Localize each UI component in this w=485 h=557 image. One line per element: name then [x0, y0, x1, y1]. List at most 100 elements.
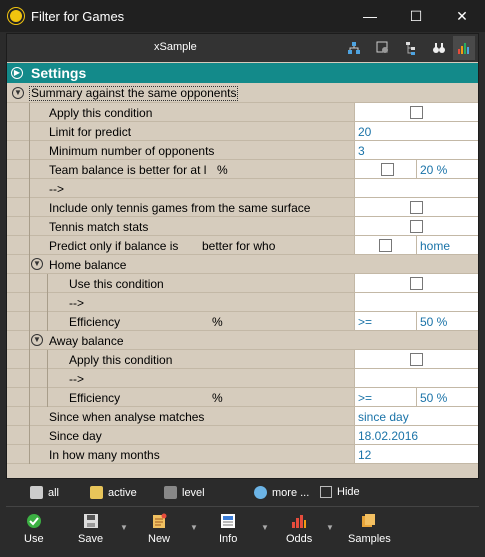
value-cell[interactable]: home	[416, 236, 478, 254]
property-row[interactable]: Tennis match stats	[7, 217, 478, 236]
indent-guide	[47, 274, 48, 293]
value-cell[interactable]: 50 %	[416, 312, 478, 330]
value-cell[interactable]	[354, 103, 478, 121]
same-surface-checkbox[interactable]	[410, 201, 423, 214]
value-cell[interactable]: 3	[354, 141, 478, 159]
summary-row[interactable]: ▼ Summary against the same opponents	[7, 84, 478, 103]
property-row[interactable]: Efficiency % >= 50 %	[7, 388, 478, 407]
value-cell[interactable]	[354, 198, 478, 216]
property-row[interactable]: Minimum number of opponents 3	[7, 141, 478, 160]
more-icon	[254, 486, 267, 499]
odds-button[interactable]: Odds	[286, 513, 312, 545]
home-balance-header[interactable]: ▼ Home balance	[7, 255, 478, 274]
hide-checkbox[interactable]	[320, 486, 332, 498]
new-button[interactable]: New	[148, 513, 170, 545]
property-row[interactable]: In how many months 12	[7, 445, 478, 464]
property-row[interactable]: Since day 18.02.2016	[7, 426, 478, 445]
save-dropdown-icon[interactable]: ▼	[120, 523, 128, 532]
since-when-value: since day	[358, 410, 409, 424]
value-cell[interactable]	[354, 160, 416, 178]
info-button[interactable]: Info	[219, 513, 237, 545]
close-button[interactable]: ✕	[439, 0, 485, 32]
window-controls: — ☐ ✕	[347, 0, 485, 32]
value-cell[interactable]: >=	[354, 312, 416, 330]
indent-guide	[47, 293, 48, 312]
indent-guide	[29, 312, 30, 331]
samples-button[interactable]: Samples	[348, 513, 391, 545]
odds-dropdown-icon[interactable]: ▼	[326, 523, 334, 532]
value-cell[interactable]: 20	[354, 122, 478, 140]
value-cell[interactable]	[354, 369, 478, 387]
action-bar: Use Save ▼ New ▼ Info ▼ Odds ▼ Samples	[0, 507, 485, 557]
indent-guide	[29, 445, 30, 464]
hide-toggle[interactable]: Hide	[320, 486, 360, 498]
value-cell[interactable]	[354, 274, 478, 292]
value-cell[interactable]: 12	[354, 445, 478, 463]
value-cell[interactable]: since day	[354, 407, 478, 425]
new-label: New	[148, 533, 171, 545]
property-row[interactable]: Apply this condition	[7, 103, 478, 122]
window-title: Filter for Games	[31, 8, 125, 24]
home-use-condition-checkbox[interactable]	[410, 277, 423, 290]
value-cell[interactable]: 50 %	[416, 388, 478, 406]
maximize-button[interactable]: ☐	[393, 0, 439, 32]
property-row[interactable]: -->	[7, 179, 478, 198]
expand-icon[interactable]: ▼	[31, 334, 43, 346]
value-cell[interactable]	[354, 350, 478, 368]
settings-grid: ▼ Summary against the same opponents App…	[7, 84, 478, 464]
value-cell[interactable]: 20 %	[416, 160, 478, 178]
more-button[interactable]: more ...	[254, 486, 309, 499]
away-apply-condition-checkbox[interactable]	[410, 353, 423, 366]
hierarchy-icon[interactable]	[404, 40, 420, 56]
save-button[interactable]: Save	[78, 513, 103, 545]
expand-icon[interactable]: ▼	[31, 258, 43, 270]
indent-guide	[29, 407, 30, 426]
property-row[interactable]: Efficiency % >= 50 %	[7, 312, 478, 331]
sample-name: xSample	[154, 41, 197, 53]
limit-predict-value: 20	[358, 125, 372, 139]
property-row[interactable]: Predict only if balance is better for wh…	[7, 236, 478, 255]
property-row[interactable]: -->	[7, 369, 478, 388]
binoculars-icon[interactable]	[431, 40, 447, 56]
collapse-icon[interactable]: ▶	[11, 67, 23, 79]
settings-header[interactable]: ▶ Settings	[7, 63, 478, 83]
active-filter-button[interactable]: active	[90, 486, 137, 499]
match-stats-checkbox[interactable]	[410, 220, 423, 233]
tree-icon[interactable]	[346, 40, 362, 56]
away-efficiency-label: Efficiency	[69, 391, 121, 405]
team-balance-unit: %	[217, 163, 228, 177]
home-efficiency-label: Efficiency	[69, 315, 121, 329]
indent-guide	[29, 369, 30, 388]
settings-search-icon[interactable]	[375, 40, 391, 56]
property-row[interactable]: Apply this condition	[7, 350, 478, 369]
apply-condition-checkbox[interactable]	[410, 106, 423, 119]
indent-guide	[29, 236, 30, 255]
away-balance-header[interactable]: ▼ Away balance	[7, 331, 478, 350]
chart-icon[interactable]	[453, 36, 475, 60]
expand-icon[interactable]: ▼	[12, 87, 24, 99]
all-filter-button[interactable]: all	[30, 486, 59, 499]
minimize-button[interactable]: —	[347, 0, 393, 32]
property-row[interactable]: Team balance is better for at l % 20 %	[7, 160, 478, 179]
predict-balance-checkbox[interactable]	[379, 239, 392, 252]
value-cell[interactable]	[354, 293, 478, 311]
use-button[interactable]: Use	[24, 513, 44, 545]
property-row[interactable]: Use this condition	[7, 274, 478, 293]
value-cell[interactable]	[354, 179, 478, 197]
value-cell[interactable]: 18.02.2016	[354, 426, 478, 444]
level-filter-button[interactable]: level	[164, 486, 205, 499]
property-row[interactable]: Include only tennis games from the same …	[7, 198, 478, 217]
value-cell[interactable]: >=	[354, 388, 416, 406]
value-cell[interactable]	[354, 217, 478, 235]
team-balance-checkbox[interactable]	[381, 163, 394, 176]
indent-guide	[29, 160, 30, 179]
property-row[interactable]: Limit for predict 20	[7, 122, 478, 141]
away-apply-condition-label: Apply this condition	[69, 353, 173, 367]
property-row[interactable]: -->	[7, 293, 478, 312]
new-dropdown-icon[interactable]: ▼	[190, 523, 198, 532]
home-efficiency-unit: %	[212, 315, 223, 329]
property-row[interactable]: Since when analyse matches since day	[7, 407, 478, 426]
info-dropdown-icon[interactable]: ▼	[261, 523, 269, 532]
value-cell[interactable]	[354, 236, 416, 254]
limit-predict-label: Limit for predict	[49, 125, 132, 139]
